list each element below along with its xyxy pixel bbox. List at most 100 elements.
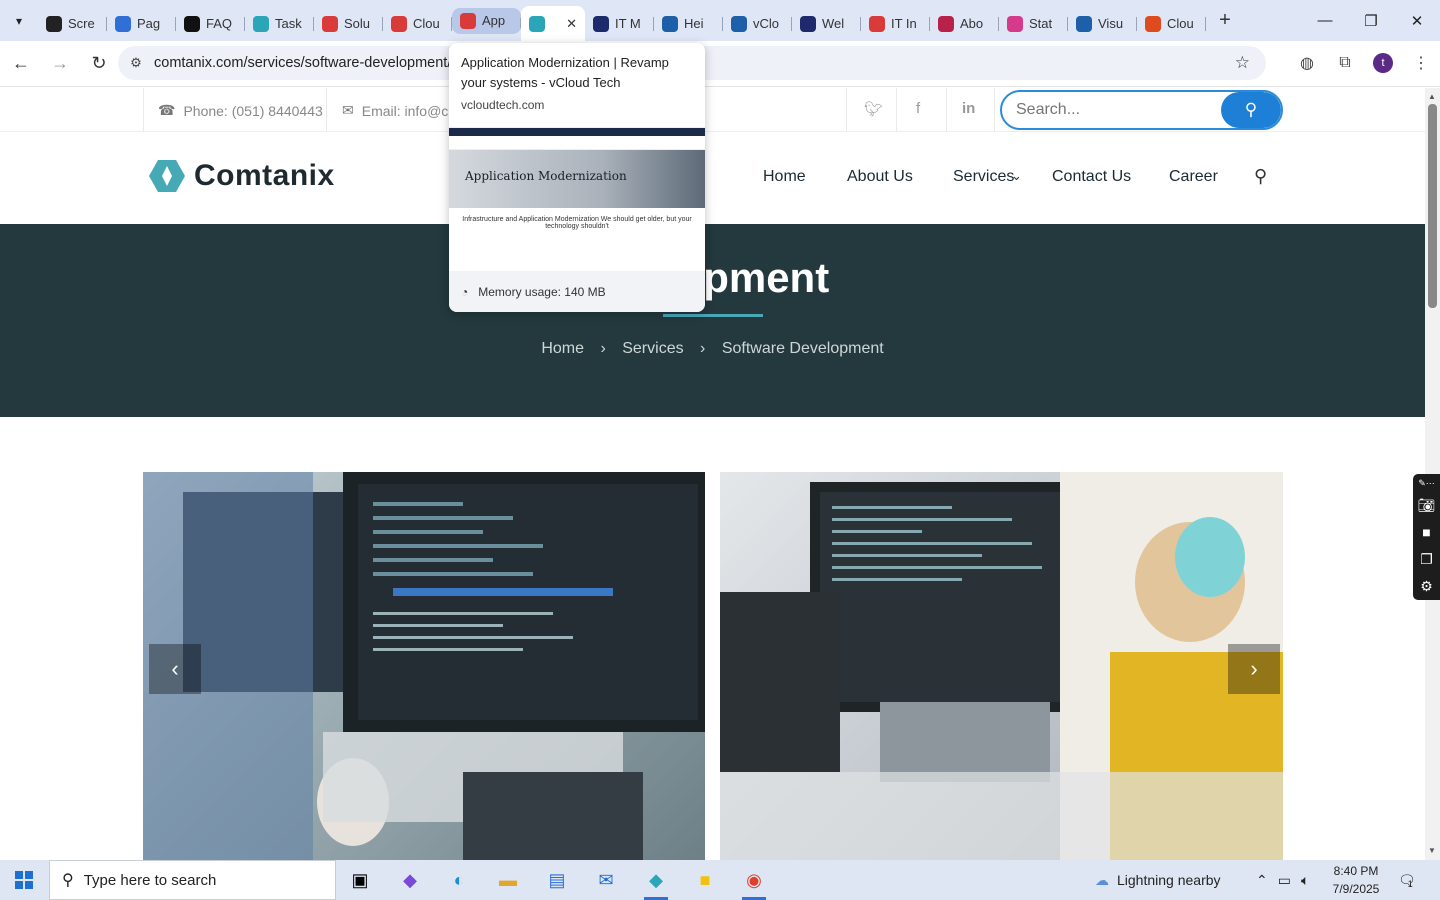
tab[interactable]: Solu <box>314 7 383 41</box>
minimize-button[interactable]: — <box>1302 0 1348 41</box>
tab-favicon-icon <box>115 15 131 32</box>
tab[interactable]: Wel <box>792 7 861 41</box>
tab[interactable]: Hei <box>654 7 723 41</box>
facebook-icon[interactable]: f <box>916 100 920 117</box>
phone-info: ☎ Phone: (051) 8440443 <box>158 102 323 119</box>
notifications-button[interactable]: 🗨︎ 1 <box>1398 860 1416 900</box>
sticky-notes-icon[interactable]: ■ <box>685 864 725 896</box>
tab[interactable]: App <box>452 7 521 34</box>
search-icon[interactable]: ⚲ <box>1221 92 1281 128</box>
window-capture-icon[interactable]: ❐ <box>1413 546 1440 573</box>
tab-active[interactable]: ✕ <box>521 6 585 41</box>
tab-favicon-icon <box>938 15 954 32</box>
nav-search-icon[interactable]: ⚲ <box>1254 166 1267 187</box>
nav-career[interactable]: Career <box>1169 168 1218 186</box>
menu-icon[interactable]: ⋮ <box>1402 53 1440 73</box>
weather-widget[interactable]: ☁ Lightning nearby <box>1095 860 1221 900</box>
toolbar-right: ◍ ⧉ t ⋮ <box>1288 46 1440 80</box>
tab-list: Scre Pag FAQ Task Solu Clou App ✕ IT M Hei vClo Wel… <box>38 0 1206 41</box>
twitter-icon[interactable]: 🐦︎ <box>864 100 883 118</box>
carousel-prev-button[interactable]: ‹ <box>149 644 201 694</box>
email-text: Email: info@c <box>361 102 449 119</box>
tab[interactable]: Clou <box>1137 7 1206 41</box>
tab[interactable]: IT M <box>585 7 654 41</box>
linkedin-icon[interactable]: in <box>962 100 975 117</box>
tab-favicon-icon <box>529 15 545 32</box>
camera-icon[interactable]: 📷︎ <box>1413 492 1440 519</box>
hover-card-title: Application Modernization | Revamp your … <box>461 55 669 90</box>
tab-hover-card: Application Modernization | Revamp your … <box>449 43 705 312</box>
search-icon: ⚲ <box>62 872 74 889</box>
back-button[interactable]: ← <box>3 46 39 82</box>
taskbar-search[interactable]: ⚲ Type here to search <box>49 860 336 900</box>
clock[interactable]: 8:40 PM 7/9/2025 <box>1326 862 1386 898</box>
extensions-icon[interactable]: ⧉ <box>1326 54 1364 72</box>
start-button[interactable] <box>0 860 48 900</box>
close-window-button[interactable]: ✕ <box>1394 0 1440 41</box>
tab[interactable]: vClo <box>723 7 792 41</box>
tab[interactable]: FAQ <box>176 7 245 41</box>
copilot-icon[interactable]: ◆ <box>390 864 430 896</box>
scrollbar-thumb[interactable] <box>1428 104 1437 308</box>
volume-icon[interactable]: 🔈︎ <box>1301 872 1309 889</box>
forward-button[interactable]: → <box>42 46 78 82</box>
task-view-icon[interactable]: ▣ <box>340 864 380 896</box>
tab-search-button[interactable]: ▾ <box>6 8 32 34</box>
tab-favicon-icon <box>800 15 816 32</box>
chrome-icon[interactable]: ◉ <box>734 864 774 900</box>
tab-label: Visu <box>1098 16 1124 31</box>
memory-text: Memory usage: 140 MB <box>478 284 606 299</box>
tab-label: Task <box>275 16 302 31</box>
store-icon[interactable]: ▤ <box>537 864 577 896</box>
tab[interactable]: Scre <box>38 7 107 41</box>
network-icon[interactable]: ▭ <box>1278 872 1291 889</box>
file-explorer-icon[interactable]: ▬ <box>488 864 528 896</box>
tab[interactable]: IT In <box>861 7 930 41</box>
profile-avatar[interactable]: t <box>1373 53 1393 73</box>
preview-heading: Application Modernization <box>465 169 627 183</box>
settings-gear-icon[interactable]: ⚙ <box>1413 573 1440 600</box>
tab[interactable]: Stat <box>999 7 1068 41</box>
tab[interactable]: Pag <box>107 7 176 41</box>
hover-card-domain: vcloudtech.com <box>461 98 545 112</box>
tab-favicon-icon <box>46 15 62 32</box>
video-icon[interactable]: ■ <box>1413 519 1440 546</box>
weather-text: Lightning nearby <box>1117 872 1221 888</box>
pin-icon[interactable]: ✎⋯ <box>1413 474 1440 492</box>
scroll-down-icon[interactable]: ▼ <box>1428 846 1436 855</box>
site-info-icon[interactable]: ⚙ <box>118 55 154 71</box>
nav-about-us[interactable]: About Us <box>847 168 913 186</box>
breadcrumb-services[interactable]: Services <box>622 340 683 357</box>
carousel-next-button[interactable]: › <box>1228 644 1280 694</box>
mail-icon[interactable]: ✉ <box>586 864 626 896</box>
tab-favicon-icon <box>322 15 338 32</box>
reload-button[interactable]: ↻ <box>81 46 117 82</box>
bookmark-star-icon[interactable]: ☆ <box>1235 53 1250 73</box>
nav-contact-us[interactable]: Contact Us <box>1052 168 1131 186</box>
phone-icon: ☎ <box>158 102 176 118</box>
windows-taskbar: ⚲ Type here to search ▣ ◆ ◐ ▬ ▤ ✉ ◆ ■ ◉ … <box>0 860 1440 900</box>
taskbar-search-placeholder: Type here to search <box>83 871 217 889</box>
edge-icon[interactable]: ◐ <box>439 864 479 896</box>
close-tab-icon[interactable]: ✕ <box>566 16 577 32</box>
tab-label: IT M <box>615 16 641 31</box>
translate-icon[interactable]: ◍ <box>1288 53 1326 73</box>
tab-favicon-icon <box>460 12 476 29</box>
page-title: evelopment <box>595 254 830 301</box>
site-search-input[interactable] <box>1002 92 1222 128</box>
breadcrumb-home[interactable]: Home <box>541 340 584 357</box>
new-tab-button[interactable]: + <box>1210 6 1240 36</box>
restore-button[interactable]: ❐ <box>1348 0 1394 41</box>
chevron-up-icon[interactable]: ⌃ <box>1256 872 1268 889</box>
tab[interactable]: Clou <box>383 7 452 41</box>
tab[interactable]: Visu <box>1068 7 1137 41</box>
tab[interactable]: Abo <box>930 7 999 41</box>
tab-label: vClo <box>753 16 780 31</box>
nav-home[interactable]: Home <box>763 168 806 186</box>
scroll-up-icon[interactable]: ▲ <box>1428 92 1436 101</box>
app-diamond-icon[interactable]: ◆ <box>636 864 676 900</box>
url-text[interactable]: comtanix.com/services/software-developme… <box>154 55 451 71</box>
capture-sidebar: ✎⋯ 📷︎ ■ ❐ ⚙ <box>1413 474 1440 600</box>
tab[interactable]: Task <box>245 7 314 41</box>
nav-services[interactable]: Services <box>953 168 1014 186</box>
